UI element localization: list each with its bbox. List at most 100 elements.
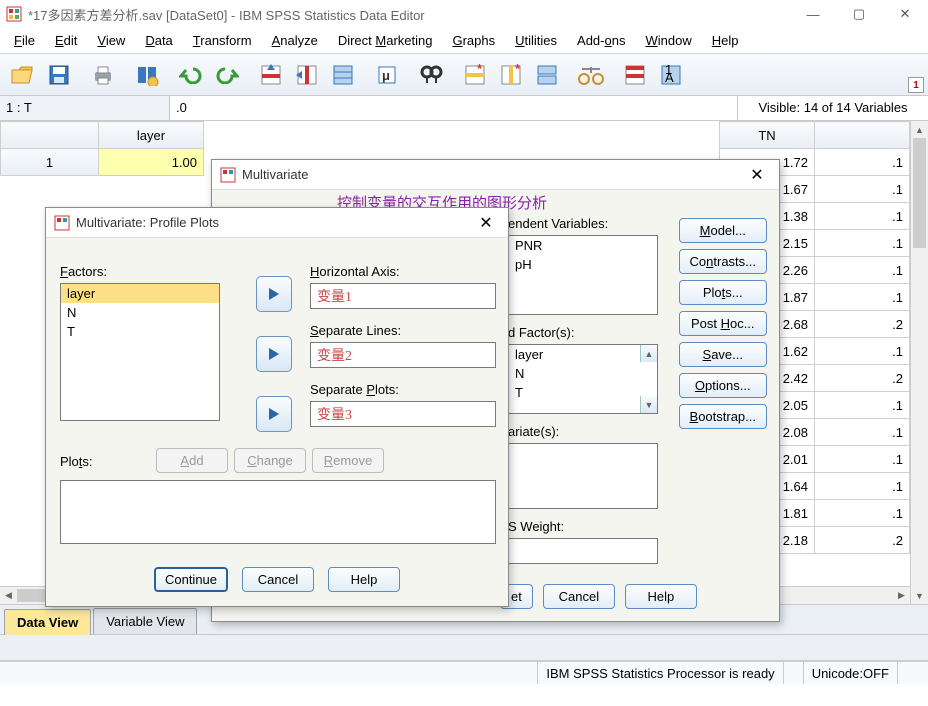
continue-button[interactable]: Continue — [154, 567, 228, 592]
menu-view[interactable]: View — [87, 30, 135, 51]
column-header-tn[interactable]: TN — [720, 122, 815, 149]
table-cell[interactable]: .1 — [815, 338, 910, 365]
plots-list[interactable] — [60, 480, 496, 544]
menu-file[interactable]: File — [4, 30, 45, 51]
profile-plots-dialog[interactable]: Multivariate: Profile Plots ✕ Factors: l… — [45, 207, 509, 607]
menu-window[interactable]: Window — [635, 30, 701, 51]
separate-plots-field[interactable]: 变量3 — [310, 401, 496, 427]
table-cell[interactable]: .1 — [815, 473, 910, 500]
split-file-icon[interactable] — [530, 58, 564, 92]
cancel-button[interactable]: Cancel — [543, 584, 615, 609]
run-descriptives-icon[interactable]: μ — [370, 58, 404, 92]
weight-cases-icon[interactable] — [574, 58, 608, 92]
table-cell[interactable]: .1 — [815, 446, 910, 473]
close-button[interactable]: ✕ — [882, 0, 928, 28]
move-to-seplines-button[interactable] — [256, 336, 292, 372]
find-icon[interactable] — [414, 58, 448, 92]
menu-addons[interactable]: Add-ons — [567, 30, 635, 51]
list-item[interactable]: N — [61, 303, 219, 322]
menu-data[interactable]: Data — [135, 30, 182, 51]
table-cell[interactable]: .1 — [815, 392, 910, 419]
maximize-button[interactable]: ▢ — [836, 0, 882, 28]
table-cell[interactable]: .1 — [815, 500, 910, 527]
menu-transform[interactable]: Transform — [183, 30, 262, 51]
tab-data-view[interactable]: Data View — [4, 609, 91, 635]
options-button[interactable]: Options... — [679, 373, 767, 398]
open-icon[interactable] — [6, 58, 40, 92]
scroll-thumb[interactable] — [913, 138, 926, 248]
help-button[interactable]: Help — [328, 567, 400, 592]
value-labels-icon[interactable]: 1A — [654, 58, 688, 92]
list-item[interactable]: pH — [509, 255, 657, 274]
table-cell[interactable]: .2 — [815, 365, 910, 392]
minimize-button[interactable]: — — [790, 0, 836, 28]
close-icon[interactable]: ✕ — [472, 213, 500, 233]
save-button[interactable]: Save... — [679, 342, 767, 367]
vertical-scrollbar[interactable]: ▲ ▼ — [910, 121, 928, 604]
redo-icon[interactable] — [210, 58, 244, 92]
factors-list[interactable]: layer N T — [60, 283, 220, 421]
table-cell[interactable]: .1 — [815, 203, 910, 230]
plots-button[interactable]: Plots... — [679, 280, 767, 305]
move-to-sepplots-button[interactable] — [256, 396, 292, 432]
table-cell[interactable]: .1 — [815, 257, 910, 284]
list-item[interactable]: PNR — [509, 236, 657, 255]
table-cell[interactable]: 1.00 — [99, 149, 204, 176]
save-icon[interactable] — [42, 58, 76, 92]
menu-edit[interactable]: Edit — [45, 30, 87, 51]
table-cell[interactable]: .1 — [815, 230, 910, 257]
menu-utilities[interactable]: Utilities — [505, 30, 567, 51]
posthoc-button[interactable]: Post Hoc... — [679, 311, 767, 336]
list-item[interactable]: T — [509, 383, 657, 402]
scroll-left-icon[interactable]: ◀ — [0, 587, 17, 604]
move-to-haxis-button[interactable] — [256, 276, 292, 312]
close-icon[interactable]: ✕ — [743, 165, 771, 185]
list-item[interactable]: layer — [61, 284, 219, 303]
scroll-up-icon[interactable]: ▲ — [640, 345, 657, 362]
select-cases-icon[interactable] — [618, 58, 652, 92]
menu-graphs[interactable]: Graphs — [442, 30, 505, 51]
wls-weight-field[interactable] — [508, 538, 658, 564]
table-cell[interactable]: .1 — [815, 149, 910, 176]
column-header-layer[interactable]: layer — [99, 122, 204, 149]
toolbar-overflow-icon[interactable]: 1 — [908, 77, 924, 93]
list-item[interactable]: layer — [509, 345, 657, 364]
scroll-up-icon[interactable]: ▲ — [911, 121, 928, 138]
cell-value[interactable]: .0 — [170, 96, 738, 120]
table-cell[interactable]: .1 — [815, 419, 910, 446]
recall-dialog-icon[interactable] — [130, 58, 164, 92]
menu-help[interactable]: Help — [702, 30, 749, 51]
menu-analyze[interactable]: Analyze — [262, 30, 328, 51]
scroll-right-icon[interactable]: ▶ — [893, 587, 910, 604]
insert-variable-icon[interactable]: * — [494, 58, 528, 92]
model-button[interactable]: Model... — [679, 218, 767, 243]
menu-direct-marketing[interactable]: Direct Marketing — [328, 30, 443, 51]
horizontal-axis-field[interactable]: 变量1 — [310, 283, 496, 309]
covariates-list[interactable] — [508, 443, 658, 509]
list-item[interactable]: N — [509, 364, 657, 383]
cancel-button[interactable]: Cancel — [242, 567, 314, 592]
goto-variable-icon[interactable] — [290, 58, 324, 92]
table-cell[interactable]: .1 — [815, 284, 910, 311]
fixed-factors-list[interactable]: ▲ layer N T ▼ — [508, 344, 658, 414]
contrasts-button[interactable]: Contrasts... — [679, 249, 767, 274]
row-header-1[interactable]: 1 — [1, 149, 99, 176]
table-cell[interactable]: .2 — [815, 527, 910, 554]
separate-lines-field[interactable]: 变量2 — [310, 342, 496, 368]
goto-case-icon[interactable] — [254, 58, 288, 92]
undo-icon[interactable] — [174, 58, 208, 92]
help-button[interactable]: Help — [625, 584, 697, 609]
table-cell[interactable]: .2 — [815, 311, 910, 338]
print-icon[interactable] — [86, 58, 120, 92]
insert-case-icon[interactable]: * — [458, 58, 492, 92]
table-cell[interactable]: .1 — [815, 176, 910, 203]
visible-variables: Visible: 14 of 14 Variables — [738, 96, 928, 120]
variables-icon[interactable] — [326, 58, 360, 92]
tab-variable-view[interactable]: Variable View — [93, 608, 197, 634]
column-header-partial[interactable] — [815, 122, 910, 149]
bootstrap-button[interactable]: Bootstrap... — [679, 404, 767, 429]
scroll-down-icon[interactable]: ▼ — [911, 587, 928, 604]
scroll-down-icon[interactable]: ▼ — [640, 396, 657, 413]
list-item[interactable]: T — [61, 322, 219, 341]
dependent-variables-list[interactable]: PNR pH — [508, 235, 658, 315]
